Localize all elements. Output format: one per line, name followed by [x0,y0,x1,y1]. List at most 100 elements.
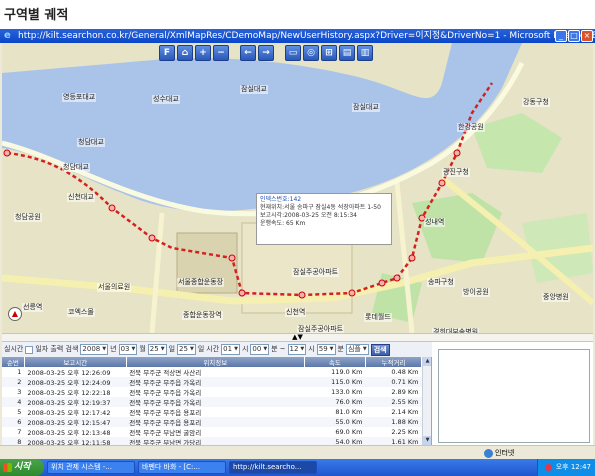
cell-time: 2008-03-25 오후 12:15:47 [24,417,127,427]
chevron-down-icon: ▼ [160,346,165,352]
window-titlebar[interactable]: e http://kilt.searchon.co.kr/General/Xml… [0,29,595,43]
column-header-distance[interactable]: 누적거리 [365,357,423,367]
minute-select[interactable]: 00 ▼ [250,344,270,355]
table-scrollbar[interactable]: ▲ ▼ [422,357,431,445]
taskbar-item[interactable]: 위치 관제 시스템 -... [47,461,135,474]
cell-speed: 119.0 Km [331,368,363,376]
search-button[interactable]: 검색 [370,343,390,356]
print-button[interactable]: ▤ [339,45,355,61]
map-label: 신천대교 [67,193,95,202]
day-unit: 일 [168,345,176,353]
table-row[interactable]: 2 2008-03-25 오후 12:24:09 전북 무주군 무주읍 가옥리 115… [2,377,422,387]
map-label: 잠실주공아파트 [297,325,345,333]
map-toolbar: F ⌂ + − ← → ▭ ◎ ⊞ ▤ ▥ [159,45,381,61]
zoom-in-button[interactable]: + [195,45,211,61]
window-title: http://kilt.searchon.co.kr/General/XmlMa… [18,31,595,41]
cell-distance: 0.71 Km [365,377,422,387]
start-button[interactable]: 시작 [0,459,44,476]
browser-window: e http://kilt.searchon.co.kr/General/Xml… [0,29,595,476]
map-label: 신천역 [285,308,307,317]
close-button[interactable]: × [581,30,593,42]
type-select[interactable]: 심플 ▼ [345,344,369,355]
maximize-button[interactable]: □ [568,30,580,42]
month-select[interactable]: 03 ▼ [118,344,138,355]
table-body: 1 2008-03-25 오후 12:26:09 전북 무주군 적상면 사산리 119… [2,367,422,445]
column-header-time[interactable]: 보고시간 [24,357,127,367]
hour-end-value: 12 [289,345,299,353]
minute-end-select[interactable]: 59 ▼ [316,344,336,355]
cell-location: 전북 무주군 부남면 가당리 [126,437,305,445]
hour-end-select[interactable]: 12 ▼ [287,344,307,355]
cell-no: 3 [17,388,22,396]
search-filter-bar: 실시간 일자 출력 검색 2008 ▼ 년 03 ▼ 월 25 ▼ 일 25 ▼ 일 시… [2,342,432,357]
status-zone: 인터넷 [484,447,514,459]
area-button[interactable]: ◎ [303,45,319,61]
cell-location: 전북 무주군 무주읍 가옥리 [126,397,305,407]
column-header-location[interactable]: 위치정보 [126,357,305,367]
day-select[interactable]: 25 ▼ [147,344,167,355]
taskbar-item[interactable]: http://kilt.searcho... [229,461,317,474]
cell-speed: 133.0 Km [331,388,363,396]
cell-time: 2008-03-25 오후 12:17:42 [27,409,111,417]
home-button[interactable]: ⌂ [177,45,193,61]
table-row[interactable]: 5 2008-03-25 오후 12:17:42 전북 무주군 무주읍 용포리 81.… [2,407,422,417]
table-row[interactable]: 4 2008-03-25 오후 12:19:37 전북 무주군 무주읍 가옥리 76.… [2,397,422,407]
clock: 오후 12:47 [555,463,591,471]
year-select[interactable]: 2008 ▼ [80,344,109,355]
table-row[interactable]: 3 2008-03-25 오후 12:22:18 전북 무주군 무주읍 가옥리 133… [2,387,422,397]
day-end-unit: 일 [197,345,205,353]
table-row[interactable]: 6 2008-03-25 오후 12:15:47 전북 무주군 무주읍 용포리 55.… [2,417,422,427]
window-controls: _ □ × [555,30,593,42]
column-header-no[interactable]: 순번 [2,357,25,367]
map-view[interactable]: 영등포대교 청담대교 성수대교 청담대교 신천대교 청담공원 잠실대교 잠실대교 한강공원 강동구… [2,43,593,333]
map-label: 서울종합운동장 [177,278,225,287]
pan-left-button[interactable]: ← [240,45,256,61]
table-row[interactable]: 1 2008-03-25 오후 12:26:09 전북 무주군 적상면 사산리 119… [2,367,422,377]
panel-splitter[interactable]: ▲▼ [2,333,593,342]
park-area-2 [472,113,562,173]
pan-right-button[interactable]: → [258,45,274,61]
cell-no: 6 [2,417,25,427]
day-value: 25 [149,345,159,353]
scroll-down-icon[interactable]: ▼ [423,436,431,445]
page-heading: 구역별 궤적 [4,8,69,23]
cell-location: 전북 무주군 무주읍 용포리 [129,409,202,417]
status-bar: 인터넷 [0,445,595,458]
cell-location: 전북 무주군 부남면 굴암리 [129,429,202,437]
cell-no: 7 [17,428,22,436]
popup-time: 보고시각:2008-03-25 오전 8:15:34 [260,212,357,219]
realtime-label[interactable]: 실시간 [4,342,23,357]
minimize-button[interactable]: _ [555,30,567,42]
chevron-down-icon: ▼ [263,346,268,352]
table-row[interactable]: 8 2008-03-25 오후 12:11:58 전북 무주군 부남면 가당리 54.… [2,437,422,445]
hour-select[interactable]: 01 ▼ [221,344,240,355]
cell-no: 2 [2,377,25,387]
cell-distance: 2.55 Km [365,397,422,407]
table-row[interactable]: 7 2008-03-25 오후 12:13:48 전북 무주군 부남면 굴암리 69.… [2,427,422,437]
column-header-speed[interactable]: 속도 [304,357,366,367]
month-unit: 월 [139,345,146,353]
cell-distance: 0.48 Km [391,368,419,376]
tray-status-icon[interactable] [544,463,552,471]
map-label: 한강공원 [457,123,485,132]
zoom-out-button[interactable]: − [213,45,229,61]
taskbar-item[interactable]: 바펜다 바화 - [C:... [138,461,226,474]
map-label: 코엑스몰 [67,308,95,317]
cell-distance: 2.14 Km [391,408,419,416]
period-checkbox[interactable] [25,345,34,354]
map-label: 서울의료원 [97,283,132,292]
fit-button[interactable]: F [159,45,175,61]
day-end-select[interactable]: 25 ▼ [177,344,196,355]
map-label: 종합운동장역 [182,311,223,320]
hour-label: 시간 [206,345,220,353]
chevron-down-icon: ▼ [189,346,194,352]
save-button[interactable]: ▥ [357,45,373,61]
cell-time: 2008-03-25 오후 12:13:48 [27,429,111,437]
layer-button[interactable]: ⊞ [321,45,337,61]
chevron-down-icon: ▼ [234,346,238,352]
cell-location: 전북 무주군 무주읍 용포리 [126,417,305,427]
scroll-up-icon[interactable]: ▲ [423,357,431,366]
side-panel [438,349,590,443]
distance-button[interactable]: ▭ [285,45,301,61]
popup-index: 인덱스번호:142 [260,196,302,203]
